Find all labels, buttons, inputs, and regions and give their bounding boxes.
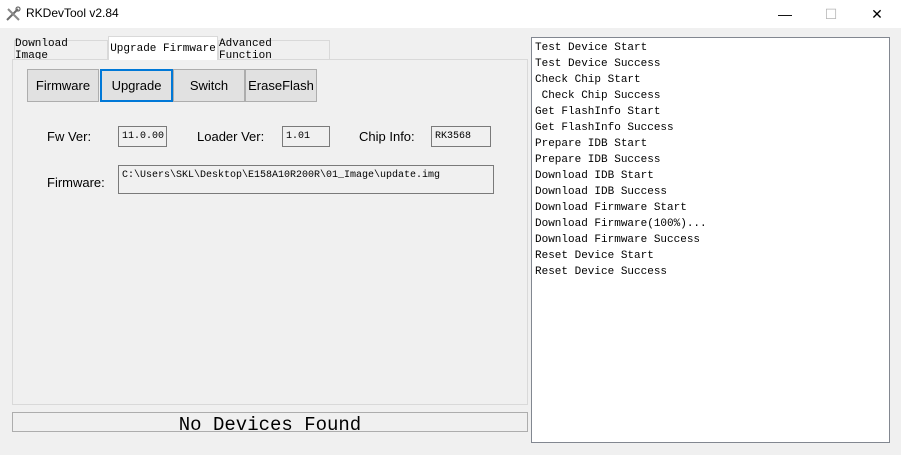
upgrade-firmware-panel xyxy=(12,59,528,405)
log-line: Reset Device Success xyxy=(535,266,668,278)
switch-button[interactable]: Switch xyxy=(173,69,245,102)
device-status-text: No Devices Found xyxy=(178,414,362,436)
log-line: Prepare IDB Success xyxy=(535,154,661,166)
log-line: Test Device Success xyxy=(535,58,661,70)
firmware-button[interactable]: Firmware xyxy=(27,69,99,102)
firmware-path-field[interactable]: C:\Users\SKL\Desktop\E158A10R200R\01_Ima… xyxy=(118,165,494,194)
log-line: Reset Device Start xyxy=(535,250,654,262)
fw-ver-field[interactable]: 11.0.00 xyxy=(118,126,167,147)
fw-ver-label: Fw Ver: xyxy=(47,129,92,144)
chip-info-label: Chip Info: xyxy=(359,129,415,144)
log-line: Download Firmware Start xyxy=(535,202,687,214)
log-line: Download IDB Start xyxy=(535,170,654,182)
tab-upgrade-firmware[interactable]: Upgrade Firmware xyxy=(108,36,218,60)
log-line: Download Firmware Success xyxy=(535,234,701,246)
firmware-path-label: Firmware: xyxy=(47,175,105,190)
loader-ver-field[interactable]: 1.01 xyxy=(282,126,330,147)
log-line: Check Chip Success xyxy=(535,90,661,102)
loader-ver-label: Loader Ver: xyxy=(197,129,265,144)
rkdevtool-tools-icon xyxy=(6,6,21,21)
log-line: Check Chip Start xyxy=(535,74,641,86)
upgrade-button[interactable]: Upgrade xyxy=(100,69,173,102)
tab-download-image[interactable]: Download Image xyxy=(14,38,108,62)
minimize-button[interactable]: — xyxy=(762,0,808,28)
log-line: Download IDB Success xyxy=(535,186,668,198)
maximize-button[interactable]: ☐ xyxy=(808,0,854,28)
tab-advanced-function[interactable]: Advanced Function xyxy=(218,38,330,62)
erase-flash-button[interactable]: EraseFlash xyxy=(245,69,317,102)
log-line: Download Firmware(100%)... xyxy=(535,218,707,230)
title-bar: RKDevTool v2.84 — ☐ ✕ xyxy=(0,0,901,28)
log-line: Test Device Start xyxy=(535,42,648,54)
log-panel[interactable]: Test Device Start Test Device Success Ch… xyxy=(531,37,890,443)
chip-info-field[interactable]: RK3568 xyxy=(431,126,491,147)
close-button[interactable]: ✕ xyxy=(854,0,900,28)
log-line: Get FlashInfo Success xyxy=(535,122,674,134)
log-line: Get FlashInfo Start xyxy=(535,106,661,118)
log-line: Prepare IDB Start xyxy=(535,138,648,150)
window-title: RKDevTool v2.84 xyxy=(26,6,119,20)
